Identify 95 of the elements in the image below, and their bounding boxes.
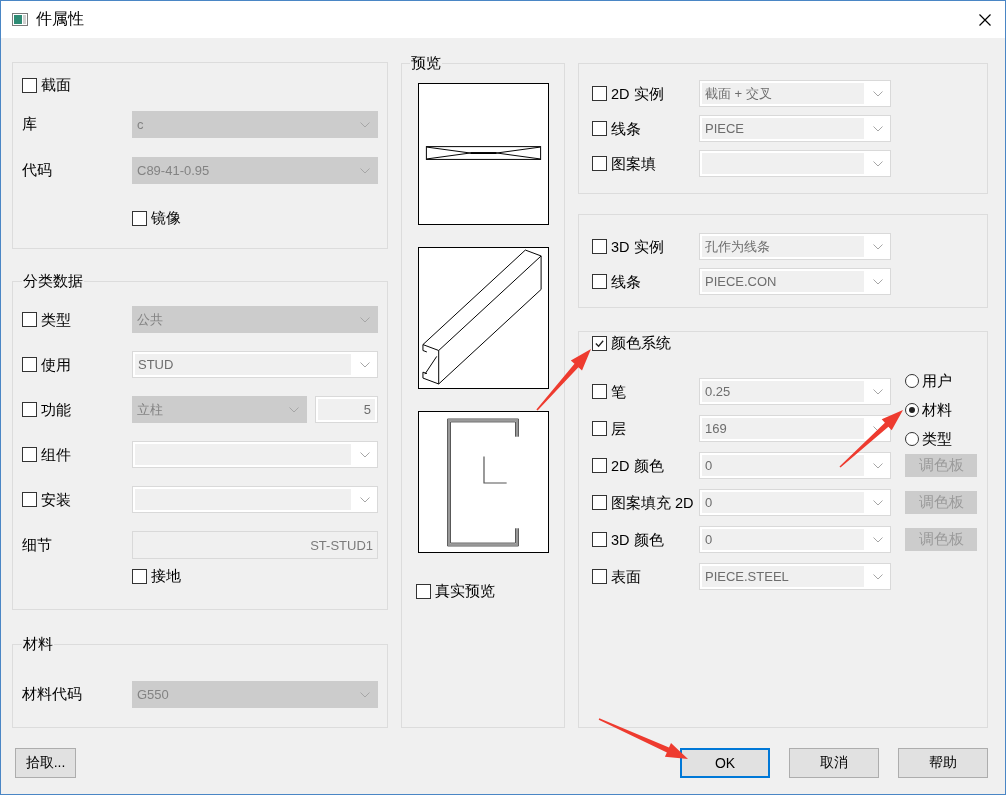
dropdown[interactable]: 0 [699,489,891,516]
chevron-down-icon [873,160,883,167]
number-field[interactable]: 5 [315,396,378,423]
dropdown[interactable]: 0 [699,526,891,553]
checkbox-label[interactable]: 真实预览 [435,582,495,600]
checkbox[interactable] [592,532,607,547]
dropdown[interactable]: PIECE.CON [699,268,891,295]
chevron-down-icon [873,462,883,469]
annotation-arrow [536,349,591,411]
checkbox-label[interactable]: 图案填 [611,154,656,173]
annotation-arrow [839,410,903,468]
chevron-down-icon [873,125,883,132]
dialog-button[interactable]: 取消 [789,748,879,778]
chevron-down-icon [873,90,883,97]
checkbox-label[interactable]: 类型 [41,310,71,329]
chevron-down-icon [360,316,370,323]
checkbox-label[interactable]: 层 [611,419,626,438]
dialog-button[interactable]: OK [680,748,770,778]
checkbox[interactable] [592,458,607,473]
checkbox[interactable] [22,402,37,417]
checkbox[interactable] [592,239,607,254]
checkbox-label[interactable]: 安装 [41,490,71,509]
checkbox-label[interactable]: 线条 [611,119,641,138]
checkbox[interactable] [416,583,431,599]
checkbox[interactable] [592,335,607,351]
radio-label[interactable]: 用户 [922,372,952,390]
dialog-button[interactable]: 帮助 [898,748,988,778]
chevron-down-icon [873,536,883,543]
checkbox[interactable] [592,495,607,510]
checkbox[interactable] [132,210,147,226]
field-label: 代码 [22,161,52,180]
chevron-down-icon [873,499,883,506]
chevron-down-icon [873,573,883,580]
checkbox[interactable] [22,492,37,507]
dropdown[interactable]: 孔作为线条 [699,233,891,260]
checkbox[interactable] [22,312,37,327]
checkbox-label[interactable]: 线条 [611,272,641,291]
radio-label[interactable]: 类型 [922,430,952,448]
chevron-down-icon [360,496,370,503]
checkbox-label[interactable]: 2D 颜色 [611,456,664,475]
chevron-down-icon [360,121,370,128]
checkbox-label[interactable]: 功能 [41,400,71,419]
checkbox[interactable] [22,447,37,462]
checkbox[interactable] [132,568,147,584]
checkbox-label[interactable]: 3D 颜色 [611,530,664,549]
field-label: 细节 [22,535,52,555]
checkbox[interactable] [592,86,607,101]
group-title: 分类数据 [22,272,84,290]
dropdown[interactable]: PIECE [699,115,891,142]
checkbox[interactable] [592,121,607,136]
field-label: 库 [22,115,37,134]
dropdown[interactable]: STUD [132,351,378,378]
text-field[interactable]: ST-STUD1 [132,531,378,559]
dropdown[interactable]: 169 [699,415,891,442]
chevron-down-icon [360,451,370,458]
checkbox-label[interactable]: 截面 [41,76,71,94]
group-title: 预览 [410,54,442,72]
checkbox-label[interactable]: 组件 [41,445,71,464]
pick-button[interactable]: 拾取... [15,748,76,778]
close-icon[interactable] [979,13,991,26]
dropdown[interactable]: PIECE.STEEL [699,563,891,590]
checkbox-label[interactable]: 使用 [41,355,71,374]
checkbox-label[interactable]: 接地 [151,567,181,585]
checkbox-label[interactable]: 3D 实例 [611,237,664,256]
radio-button[interactable] [905,403,919,417]
dropdown[interactable]: 0.25 [699,378,891,405]
checkbox[interactable] [592,421,607,436]
radio-button[interactable] [905,374,919,388]
checkbox-label[interactable]: 图案填充 2D [611,493,694,512]
checkbox[interactable] [22,77,37,93]
window-title: 件属性 [36,9,84,29]
checkbox[interactable] [22,357,37,372]
chevron-down-icon [360,167,370,174]
checkbox[interactable] [592,156,607,171]
chevron-down-icon [873,388,883,395]
chevron-down-icon [873,243,883,250]
checkbox[interactable] [592,569,607,584]
checkbox-label[interactable]: 颜色系统 [611,334,671,352]
checkbox[interactable] [592,384,607,399]
dropdown[interactable]: 0 [699,452,891,479]
dropdown[interactable]: 截面 + 交叉 [699,80,891,107]
group-title: 材料 [22,635,54,653]
checkbox-label[interactable]: 表面 [611,567,641,586]
checkbox-label[interactable]: 镜像 [151,209,181,227]
chevron-down-icon [360,691,370,698]
chevron-down-icon [873,278,883,285]
radio-button[interactable] [905,432,919,446]
checkbox[interactable] [592,274,607,289]
chevron-down-icon [360,361,370,368]
window-icon [12,13,28,26]
radio-label[interactable]: 材料 [922,401,952,419]
field-label: 材料代码 [22,685,82,704]
checkbox-label[interactable]: 2D 实例 [611,84,664,103]
chevron-down-icon [289,406,299,413]
checkbox-label[interactable]: 笔 [611,382,626,401]
